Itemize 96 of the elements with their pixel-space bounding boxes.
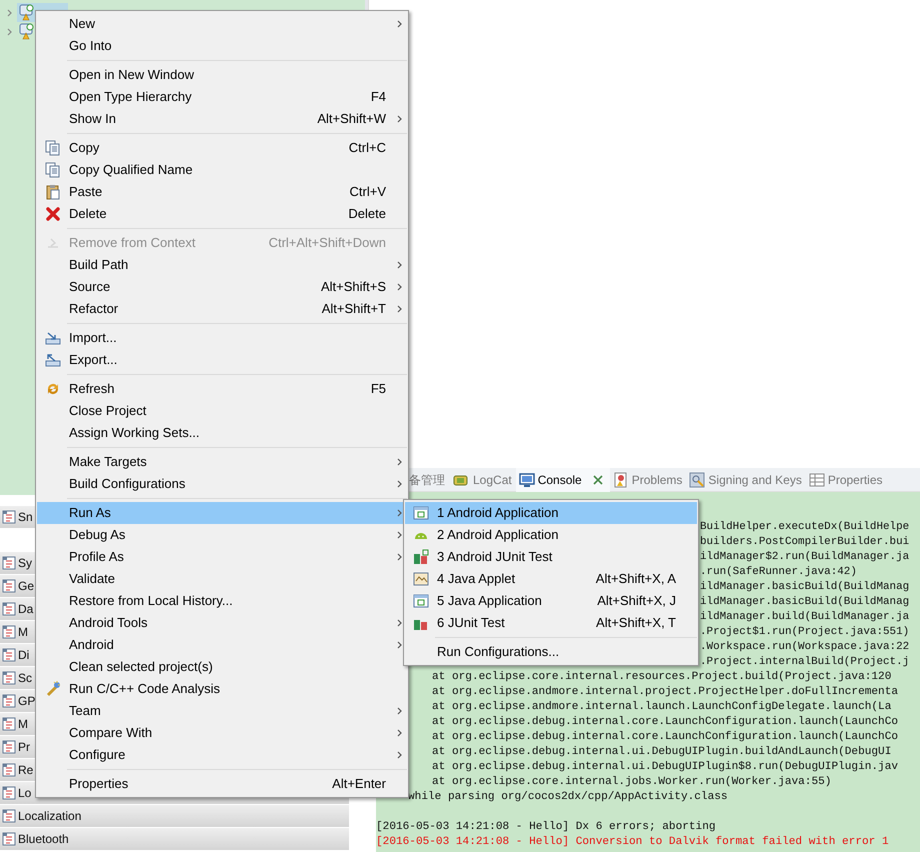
cross-icon — [44, 206, 60, 222]
menu-item[interactable]: Show In Alt+Shift+W — [37, 108, 407, 130]
menu-item[interactable]: 1 Android Application — [405, 502, 697, 524]
menu-item[interactable]: Compare With — [37, 722, 407, 744]
keyboard-shortcut: Alt+Shift+W — [317, 110, 387, 128]
menu-item[interactable]: Configure — [37, 744, 407, 766]
console-line: BuildHelper.executeDx(BuildHelpe — [700, 520, 910, 535]
menu-item[interactable]: 3 Android JUnit Test — [405, 546, 697, 568]
menu-item[interactable]: Properties Alt+Enter — [37, 773, 407, 795]
console-line: ildManager.basicBuild(BuildManag — [700, 595, 910, 610]
console-line: ildManager.basicBuild(BuildManag — [700, 580, 910, 595]
window-icon — [412, 593, 428, 609]
menu-item[interactable]: Paste Ctrl+V — [37, 181, 407, 203]
palette-group[interactable]: Localization — [0, 805, 349, 828]
menu-item[interactable]: Source Alt+Shift+S — [37, 276, 407, 298]
menu-item[interactable]: Refresh F5 — [37, 378, 407, 400]
console-line: .Project$1.run(Project.java:551) — [700, 625, 910, 640]
copy-icon — [44, 140, 60, 156]
menu-item[interactable]: Build Configurations — [37, 473, 407, 495]
menu-item[interactable]: Delete Delete — [37, 203, 407, 225]
menu-item[interactable]: Profile As — [37, 546, 407, 568]
console-line: [2016-05-03 14:21:08 - Hello] Dx 6 errors; aborting — [376, 820, 716, 835]
console-line: at org.eclipse.debug.internal.core.LaunchConfiguration.launch(LaunchCo — [432, 715, 898, 730]
menu-item[interactable]: Android — [37, 634, 407, 656]
console-line: .Project.internalBuild(Project.j — [700, 655, 910, 670]
keyboard-shortcut: Ctrl+V — [350, 183, 387, 202]
keyboard-shortcut: Delete — [348, 205, 387, 224]
keyboard-shortcut: Alt+Shift+X, J — [597, 592, 677, 610]
error-line: [2016-05-03 14:21:08 - Hello] Conversion to Dalvik format failed with error 1 — [376, 835, 889, 850]
monitor-icon — [518, 472, 535, 488]
keyboard-shortcut: F5 — [370, 380, 387, 398]
palette-folder-icon — [2, 808, 16, 824]
export-icon — [44, 352, 60, 368]
menu-item[interactable]: Close Project — [37, 400, 407, 422]
copy-icon — [44, 162, 60, 178]
menu-item[interactable]: Restore from Local History... — [37, 590, 407, 612]
clipboard-icon — [44, 184, 60, 200]
menu-item[interactable]: 6 JUnit Test Alt+Shift+X, T — [405, 612, 697, 634]
menu-item[interactable]: Run C/C++ Code Analysis — [37, 678, 407, 700]
keyboard-shortcut: Alt+Shift+S — [320, 278, 387, 296]
view-tab[interactable]: Console — [516, 468, 610, 492]
menu-item[interactable]: Export... — [37, 349, 407, 371]
view-tab[interactable]: 备管理 — [406, 468, 449, 492]
menu-item[interactable]: Debug As — [37, 524, 407, 546]
view-tab[interactable]: Properties — [806, 468, 887, 492]
console-line: builders.PostCompilerBuilder.bui — [700, 535, 910, 550]
console-line: at org.eclipse.debug.internal.ui.DebugUIPlugin$8.run(DebugUIPlugin.jav — [432, 760, 898, 775]
menu-item[interactable]: Go Into — [37, 35, 407, 57]
menu-item[interactable]: Import... — [37, 327, 407, 349]
menu-item[interactable]: Copy Qualified Name — [37, 159, 407, 181]
project-icon — [18, 4, 34, 21]
menu-item[interactable]: Assign Working Sets... — [37, 422, 407, 444]
keyboard-shortcut: Alt+Shift+X, T — [596, 614, 677, 632]
menu-item[interactable]: 5 Java Application Alt+Shift+X, J — [405, 590, 697, 612]
menu-item[interactable]: Build Path — [37, 254, 407, 276]
menu-item[interactable]: Android Tools — [37, 612, 407, 634]
console-line: at org.eclipse.debug.internal.core.LaunchConfiguration.launch(LaunchCo — [432, 730, 898, 745]
console-line: at org.eclipse.core.internal.resources.Project.build(Project.java:120 — [432, 670, 892, 685]
console-line: at org.eclipse.core.internal.jobs.Worker.run(Worker.java:55) — [432, 775, 832, 790]
keyboard-shortcut: Alt+Shift+T — [322, 300, 387, 318]
console-line: ildManager.build(BuildManager.ja — [700, 610, 910, 625]
menu-item[interactable]: Team — [37, 700, 407, 722]
menu-item[interactable]: Run Configurations... — [405, 641, 697, 663]
import-icon — [44, 330, 60, 346]
menu-item[interactable]: 2 Android Application — [405, 524, 697, 546]
applet-icon — [412, 571, 428, 587]
console-line: at org.eclipse.debug.internal.ui.DebugUIPlugin.buildAndLaunch(DebugUI — [432, 745, 892, 760]
keyboard-shortcut: Alt+Enter — [332, 775, 387, 794]
console-line: while parsing org/cocos2dx/cpp/AppActivity.class — [408, 790, 728, 805]
console-line: .Workspace.run(Workspace.java:22 — [700, 640, 910, 655]
view-tab[interactable]: LogCat — [449, 468, 516, 492]
console-line: at org.eclipse.andmore.internal.project.ProjectHelper.doFullIncrementa — [432, 685, 898, 700]
project-icon — [18, 23, 34, 40]
table-icon — [808, 472, 825, 488]
menu-item[interactable]: Clean selected project(s) — [37, 656, 407, 678]
keyboard-shortcut: F4 — [370, 88, 387, 106]
palette-group[interactable]: Bluetooth — [0, 828, 349, 851]
console-line: ildManager$2.run(BuildManager.ja — [700, 550, 910, 565]
console-line: .run(SafeRunner.java:42) — [700, 565, 857, 580]
wand-icon — [44, 681, 60, 697]
menu-item[interactable]: Validate — [37, 568, 407, 590]
keyboard-shortcut: Alt+Shift+X, A — [596, 570, 677, 588]
console-line: at org.eclipse.andmore.internal.launch.LaunchConfigDelegate.launch(La — [432, 700, 892, 715]
menu-item[interactable]: New — [37, 13, 407, 35]
window-icon — [412, 505, 428, 521]
view-tab[interactable]: Problems — [610, 468, 686, 492]
menu-item[interactable]: 4 Java Applet Alt+Shift+X, A — [405, 568, 697, 590]
keyboard-shortcut: Ctrl+Alt+Shift+Down — [268, 234, 387, 252]
menu-item[interactable]: Refactor Alt+Shift+T — [37, 298, 407, 320]
menu-item[interactable]: Make Targets — [37, 451, 407, 473]
menu-item[interactable]: Copy Ctrl+C — [37, 137, 407, 159]
menu-item[interactable]: Open in New Window — [37, 64, 407, 86]
view-tab[interactable]: Signing and Keys — [686, 468, 806, 492]
keyboard-shortcut: Ctrl+C — [348, 139, 387, 158]
menu-item[interactable]: Open Type Hierarchy F4 — [37, 86, 407, 108]
palette-folder-icon — [2, 831, 16, 847]
